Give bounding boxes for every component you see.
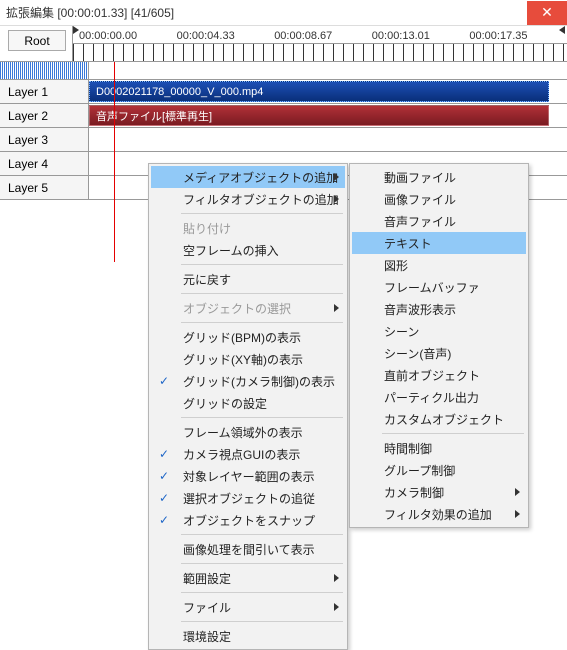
submenu-arrow-icon (515, 488, 520, 496)
layer-row: Layer 2 音声ファイル[標準再生] (0, 104, 567, 128)
layer-track[interactable]: D0002021178_00000_V_000.mp4 (89, 80, 567, 103)
menu-separator (181, 592, 343, 593)
waveform-preview (0, 62, 89, 79)
title-bar: 拡張編集 [00:00:01.33] [41/605] ✕ (0, 0, 567, 26)
menu-separator (181, 621, 343, 622)
check-icon: ✓ (159, 469, 169, 483)
menu-item[interactable]: グリッド(XY軸)の表示 (151, 348, 345, 370)
menu-separator (181, 534, 343, 535)
menu-separator (181, 264, 343, 265)
menu-item: 貼り付け (151, 217, 345, 239)
ruler-tick-label: 00:00:04.33 (177, 30, 275, 42)
menu-item[interactable]: グリッド(カメラ制御)の表示✓ (151, 370, 345, 392)
submenu-arrow-icon (334, 195, 339, 203)
menu-item[interactable]: パーティクル出力 (352, 386, 526, 408)
menu-item[interactable]: オブジェクトをスナップ✓ (151, 509, 345, 531)
menu-separator (181, 322, 343, 323)
menu-item[interactable]: 元に戻す (151, 268, 345, 290)
menu-separator (382, 433, 524, 434)
menu-item[interactable]: 画像処理を間引いて表示 (151, 538, 345, 560)
menu-separator (181, 563, 343, 564)
submenu-arrow-icon (334, 304, 339, 312)
close-icon: ✕ (541, 4, 553, 21)
waveform-track[interactable] (89, 62, 567, 79)
menu-item[interactable]: カスタムオブジェクト (352, 408, 526, 430)
menu-item[interactable]: 画像ファイル (352, 188, 526, 210)
timeline-ruler[interactable]: 00:00:00.00 00:00:04.33 00:00:08.67 00:0… (72, 26, 567, 61)
layer-row: Layer 1 D0002021178_00000_V_000.mp4 (0, 80, 567, 104)
layer-label[interactable]: Layer 1 (0, 80, 89, 103)
close-button[interactable]: ✕ (527, 1, 567, 25)
menu-item[interactable]: フィルタオブジェクトの追加 (151, 188, 345, 210)
toolbar-row: Root 00:00:00.00 00:00:04.33 00:00:08.67… (0, 26, 567, 62)
menu-item[interactable]: 音声ファイル (352, 210, 526, 232)
ruler-tick-label: 00:00:17.35 (469, 30, 567, 42)
submenu-arrow-icon (334, 574, 339, 582)
menu-item[interactable]: 選択オブジェクトの追従✓ (151, 487, 345, 509)
context-menu: メディアオブジェクトの追加フィルタオブジェクトの追加貼り付け空フレームの挿入元に… (148, 163, 348, 650)
root-button[interactable]: Root (8, 30, 66, 51)
menu-item[interactable]: フレームバッファ (352, 276, 526, 298)
menu-item[interactable]: 音声波形表示 (352, 298, 526, 320)
menu-item[interactable]: テキスト (352, 232, 526, 254)
menu-item[interactable]: 動画ファイル (352, 166, 526, 188)
layer-track[interactable]: 音声ファイル[標準再生] (89, 104, 567, 127)
menu-item[interactable]: ファイル (151, 596, 345, 618)
menu-item[interactable]: シーン(音声) (352, 342, 526, 364)
menu-item[interactable]: 範囲設定 (151, 567, 345, 589)
menu-separator (181, 213, 343, 214)
menu-item[interactable]: シーン (352, 320, 526, 342)
menu-item[interactable]: カメラ制御 (352, 481, 526, 503)
menu-item[interactable]: グリッドの設定 (151, 392, 345, 414)
layer-label[interactable]: Layer 4 (0, 152, 89, 175)
window-title: 拡張編集 [00:00:01.33] [41/605] (6, 4, 174, 21)
audio-clip[interactable]: 音声ファイル[標準再生] (89, 105, 549, 126)
ruler-tick-label: 00:00:13.01 (372, 30, 470, 42)
menu-separator (181, 293, 343, 294)
menu-separator (181, 417, 343, 418)
check-icon: ✓ (159, 513, 169, 527)
check-icon: ✓ (159, 447, 169, 461)
menu-item[interactable]: 空フレームの挿入 (151, 239, 345, 261)
check-icon: ✓ (159, 491, 169, 505)
layer-label[interactable]: Layer 2 (0, 104, 89, 127)
menu-item: オブジェクトの選択 (151, 297, 345, 319)
layer-label[interactable]: Layer 5 (0, 176, 89, 199)
menu-item[interactable]: グループ制御 (352, 459, 526, 481)
check-icon: ✓ (159, 374, 169, 388)
menu-item[interactable]: フィルタ効果の追加 (352, 503, 526, 525)
video-clip[interactable]: D0002021178_00000_V_000.mp4 (89, 81, 549, 102)
submenu-media-object: 動画ファイル画像ファイル音声ファイルテキスト図形フレームバッファ音声波形表示シー… (349, 163, 529, 528)
menu-item[interactable]: フレーム領域外の表示 (151, 421, 345, 443)
menu-item[interactable]: 直前オブジェクト (352, 364, 526, 386)
waveform-strip (0, 62, 567, 80)
menu-item[interactable]: メディアオブジェクトの追加 (151, 166, 345, 188)
menu-item[interactable]: グリッド(BPM)の表示 (151, 326, 345, 348)
menu-item[interactable]: 対象レイヤー範囲の表示✓ (151, 465, 345, 487)
submenu-arrow-icon (334, 603, 339, 611)
ruler-tick-label: 00:00:08.67 (274, 30, 372, 42)
menu-item[interactable]: 環境設定 (151, 625, 345, 647)
menu-item[interactable]: 時間制御 (352, 437, 526, 459)
ruler-labels: 00:00:00.00 00:00:04.33 00:00:08.67 00:0… (73, 30, 567, 42)
submenu-arrow-icon (515, 510, 520, 518)
ruler-ticks (73, 43, 567, 61)
ruler-tick-label: 00:00:00.00 (79, 30, 177, 42)
submenu-arrow-icon (334, 173, 339, 181)
layer-track[interactable] (89, 128, 567, 151)
menu-item[interactable]: カメラ視点GUIの表示✓ (151, 443, 345, 465)
layer-label[interactable]: Layer 3 (0, 128, 89, 151)
menu-item[interactable]: 図形 (352, 254, 526, 276)
playhead[interactable] (114, 62, 115, 262)
layer-row: Layer 3 (0, 128, 567, 152)
